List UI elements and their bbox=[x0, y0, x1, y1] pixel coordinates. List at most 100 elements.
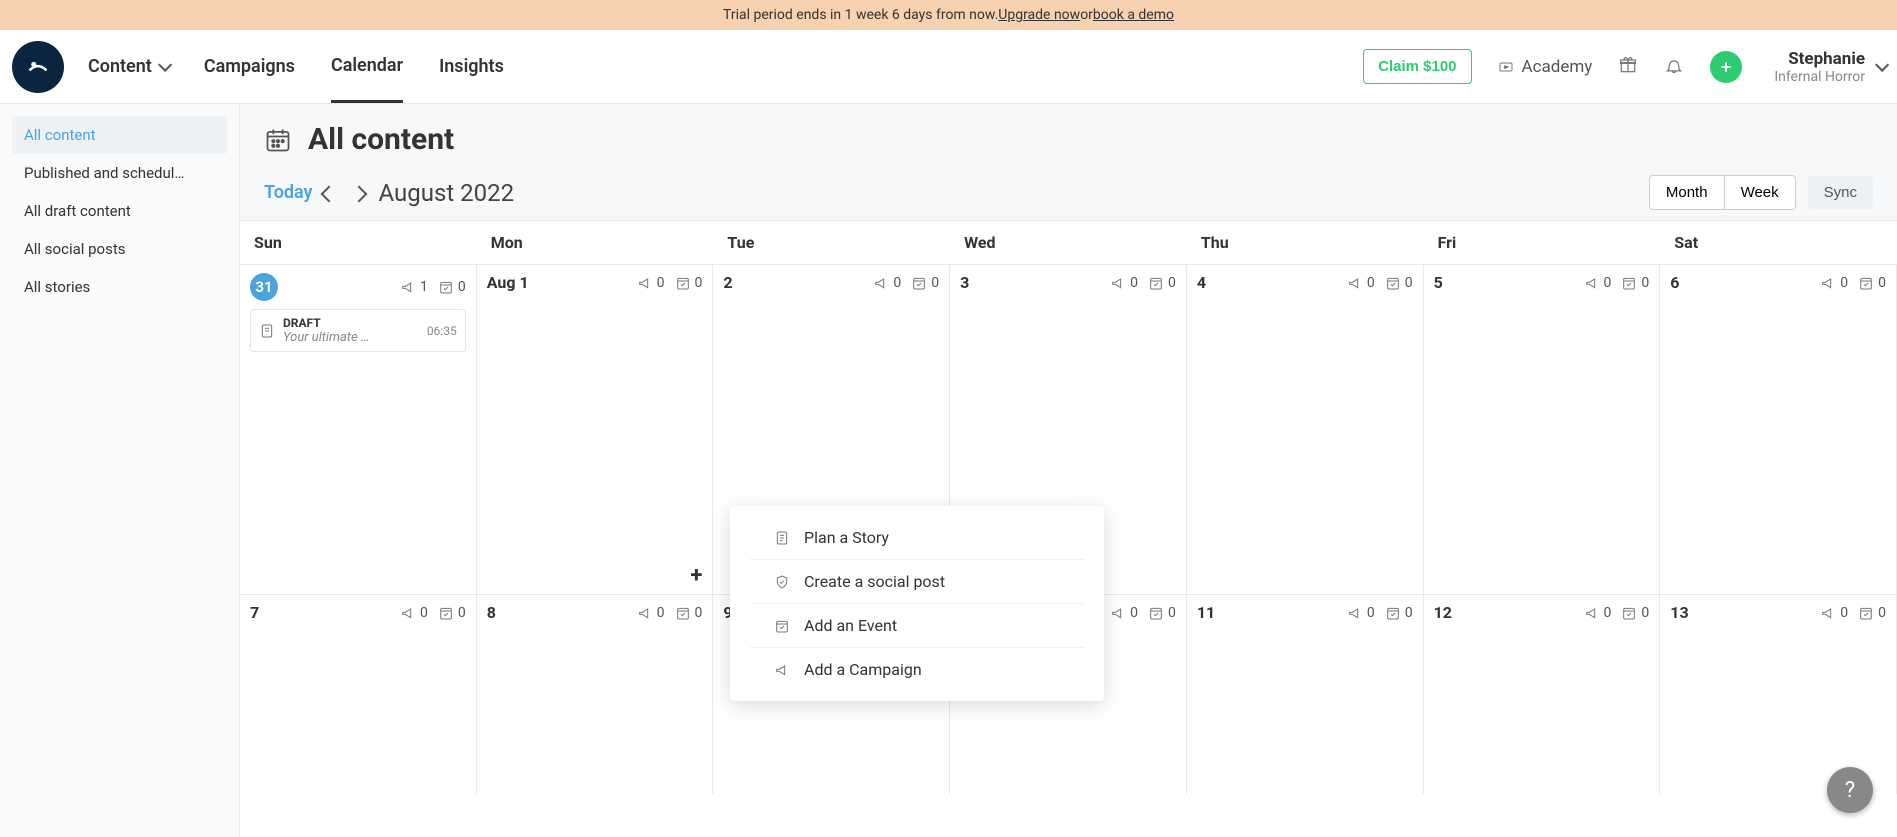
book-demo-link[interactable]: book a demo bbox=[1093, 7, 1174, 23]
calendar-cell[interactable]: 600 bbox=[1660, 264, 1897, 594]
ctx-plan-story[interactable]: Plan a Story bbox=[750, 516, 1084, 560]
cell-counts: 00 bbox=[1347, 275, 1413, 291]
megaphone-icon bbox=[1820, 605, 1836, 621]
day-header: Sat bbox=[1660, 221, 1897, 264]
calendar-check-icon bbox=[1385, 275, 1401, 291]
megaphone-icon bbox=[400, 605, 416, 621]
cell-counts: 10 bbox=[400, 279, 466, 295]
cell-counts: 00 bbox=[637, 275, 703, 291]
trial-banner: Trial period ends in 1 week 6 days from … bbox=[0, 0, 1897, 30]
day-header: Fri bbox=[1424, 221, 1661, 264]
calendar-toolbar: Today August 2022 Month Week Sync bbox=[240, 167, 1897, 220]
calendar-cell[interactable]: 400 bbox=[1187, 264, 1424, 594]
bell-icon bbox=[1664, 55, 1684, 75]
ctx-social-label: Create a social post bbox=[804, 572, 945, 591]
draft-time: 06:35 bbox=[427, 324, 457, 338]
megaphone-icon bbox=[1347, 605, 1363, 621]
logo[interactable] bbox=[12, 41, 64, 93]
calendar-cell[interactable]: 700 bbox=[240, 594, 477, 794]
page-title: All content bbox=[308, 122, 454, 157]
sidebar-item-published[interactable]: Published and schedul… bbox=[12, 154, 227, 192]
calendar-check-icon bbox=[675, 275, 691, 291]
day-header: Sun bbox=[240, 221, 477, 264]
academy-link[interactable]: Academy bbox=[1498, 57, 1593, 77]
day-header: Thu bbox=[1187, 221, 1424, 264]
event-count: 0 bbox=[458, 605, 466, 621]
view-week-button[interactable]: Week bbox=[1725, 175, 1796, 210]
calendar-check-icon bbox=[438, 605, 454, 621]
calendar-cell[interactable]: 1100 bbox=[1187, 594, 1424, 794]
top-nav: Content Campaigns Calendar Insights Clai… bbox=[0, 30, 1897, 104]
megaphone-icon bbox=[774, 662, 790, 678]
megaphone-icon bbox=[1110, 605, 1126, 621]
user-menu[interactable]: Stephanie Infernal Horror bbox=[1774, 49, 1885, 85]
sidebar-item-drafts[interactable]: All draft content bbox=[12, 192, 227, 230]
event-count: 0 bbox=[1405, 605, 1413, 621]
help-button[interactable]: ? bbox=[1827, 767, 1873, 813]
calendar-cell[interactable]: Aug 100+ bbox=[477, 264, 714, 594]
day-header: Tue bbox=[713, 221, 950, 264]
day-header: Mon bbox=[477, 221, 714, 264]
cell-add-button[interactable]: + bbox=[690, 563, 702, 588]
event-count: 0 bbox=[1405, 275, 1413, 291]
megaphone-icon bbox=[1110, 275, 1126, 291]
megaphone-icon bbox=[1347, 275, 1363, 291]
campaign-count: 0 bbox=[1130, 605, 1138, 621]
nav-campaigns[interactable]: Campaigns bbox=[204, 30, 295, 103]
next-month-button[interactable] bbox=[343, 179, 373, 206]
view-month-button[interactable]: Month bbox=[1649, 175, 1725, 210]
nav-insights[interactable]: Insights bbox=[439, 30, 504, 103]
calendar-check-icon bbox=[774, 618, 790, 634]
notifications-button[interactable] bbox=[1664, 55, 1684, 79]
campaign-count: 0 bbox=[657, 275, 665, 291]
sidebar-item-all-content[interactable]: All content bbox=[12, 116, 227, 154]
calendar-check-icon bbox=[1858, 605, 1874, 621]
add-button[interactable] bbox=[1710, 51, 1742, 83]
chevron-right-icon bbox=[353, 188, 363, 198]
nav-calendar[interactable]: Calendar bbox=[331, 30, 403, 103]
calendar-check-icon bbox=[1385, 605, 1401, 621]
sidebar-item-stories[interactable]: All stories bbox=[12, 268, 227, 306]
date-number: 2 bbox=[723, 273, 732, 292]
ctx-add-campaign[interactable]: Add a Campaign bbox=[750, 648, 1084, 691]
cell-counts: 00 bbox=[1110, 605, 1176, 621]
claim-button[interactable]: Claim $100 bbox=[1363, 49, 1471, 84]
user-name: Stephanie bbox=[1774, 49, 1865, 69]
sidebar: All content Published and schedul… All d… bbox=[0, 104, 240, 837]
calendar-days-header: Sun Mon Tue Wed Thu Fri Sat bbox=[240, 221, 1897, 264]
event-count: 0 bbox=[1641, 275, 1649, 291]
megaphone-icon bbox=[400, 279, 416, 295]
calendar-cell[interactable]: 800 bbox=[477, 594, 714, 794]
gift-icon bbox=[1618, 55, 1638, 75]
today-button[interactable]: Today bbox=[264, 182, 313, 203]
ctx-create-social[interactable]: Create a social post bbox=[750, 560, 1084, 604]
calendar-cell[interactable]: 1200 bbox=[1424, 594, 1661, 794]
campaign-count: 0 bbox=[1367, 275, 1375, 291]
campaign-count: 0 bbox=[1604, 605, 1612, 621]
nav-content[interactable]: Content bbox=[88, 30, 168, 103]
gift-button[interactable] bbox=[1618, 55, 1638, 79]
sidebar-item-social[interactable]: All social posts bbox=[12, 230, 227, 268]
date-number: 3 bbox=[960, 273, 969, 292]
sync-button[interactable]: Sync bbox=[1808, 176, 1873, 209]
megaphone-icon bbox=[873, 275, 889, 291]
calendar-check-icon bbox=[1148, 275, 1164, 291]
calendar-cell[interactable]: 500 bbox=[1424, 264, 1661, 594]
prev-month-button[interactable] bbox=[313, 179, 343, 206]
campaign-count: 1 bbox=[420, 279, 428, 295]
campaign-count: 0 bbox=[1840, 275, 1848, 291]
calendar-cell[interactable]: 3110DRAFTYour ultimate …06:35 bbox=[240, 264, 477, 594]
calendar-cell[interactable]: 1300 bbox=[1660, 594, 1897, 794]
date-number: 8 bbox=[487, 603, 496, 622]
ctx-add-event[interactable]: Add an Event bbox=[750, 604, 1084, 648]
draft-status: DRAFT bbox=[283, 316, 419, 330]
cell-counts: 00 bbox=[1820, 605, 1886, 621]
event-count: 0 bbox=[931, 275, 939, 291]
calendar-check-icon bbox=[675, 605, 691, 621]
context-menu: Plan a Story Create a social post Add an… bbox=[730, 506, 1104, 701]
logo-icon bbox=[21, 50, 55, 84]
calendar-check-icon bbox=[1621, 605, 1637, 621]
upgrade-link[interactable]: Upgrade now bbox=[998, 7, 1080, 23]
draft-card[interactable]: DRAFTYour ultimate …06:35 bbox=[250, 309, 466, 352]
megaphone-icon bbox=[637, 275, 653, 291]
